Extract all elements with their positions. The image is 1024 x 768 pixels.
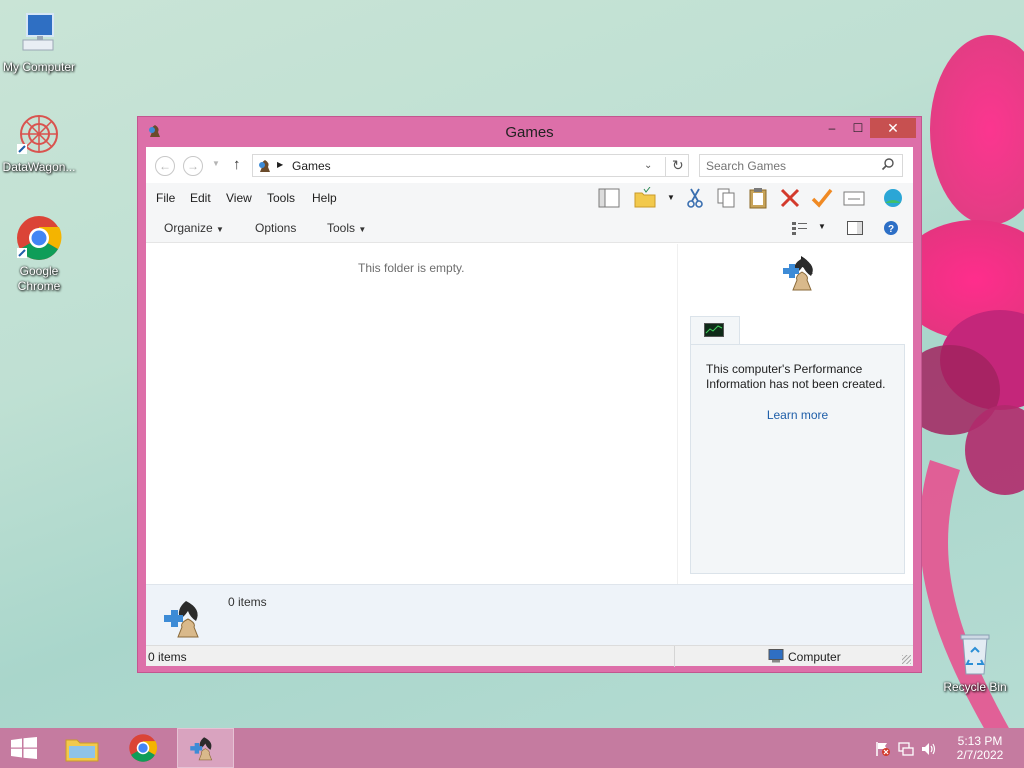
change-view-icon[interactable] [792,221,808,238]
empty-folder-message: This folder is empty. [358,261,465,275]
desktop-icon-label: My Computer [2,60,76,74]
games-icon [257,158,273,177]
status-location: Computer [788,650,841,664]
back-button[interactable]: ← [155,156,175,176]
svg-text:?: ? [888,224,894,235]
organize-button[interactable]: Organize ▼ [164,221,224,235]
folder-options-icon[interactable] [634,186,656,209]
status-item-count: 0 items [148,650,187,664]
status-bar: 0 items Computer [146,645,913,667]
system-clock[interactable]: 5:13 PM 2/7/2022 [940,734,1020,762]
paste-icon[interactable] [747,187,769,209]
folder-options-dropdown-icon[interactable]: ▼ [667,193,675,202]
performance-info-panel: This computer's Performance Information … [690,344,905,574]
chrome-icon [15,214,63,262]
taskbar-file-explorer[interactable] [56,728,110,768]
breadcrumb-games[interactable]: Games [292,159,331,173]
network-globe-icon[interactable] [882,187,904,209]
search-box[interactable] [699,154,903,177]
tools-label: Tools [327,221,356,235]
cut-icon[interactable] [684,187,706,209]
search-icon[interactable] [881,157,895,174]
windows-logo-icon [11,737,37,762]
breadcrumb-separator-icon: ▶ [277,160,284,169]
resize-grip-icon[interactable] [902,655,911,664]
window-title: Games [505,124,554,141]
chrome-icon [128,733,158,766]
chevron-down-icon: ▼ [216,225,224,234]
checkmark-icon[interactable] [811,187,833,209]
menu-file[interactable]: File [156,191,175,205]
menu-view[interactable]: View [226,191,252,205]
desktop-icon-label: DataWagon... [2,160,76,174]
refresh-icon[interactable]: ↻ [665,157,684,176]
games-task-pane: This computer's Performance Information … [677,244,913,584]
desktop-icon-label: Recycle Bin [943,680,1007,694]
recycle-bin-icon [951,630,999,678]
preview-pane-icon[interactable] [847,221,863,238]
clock-time: 5:13 PM [957,734,1003,748]
taskbar-chrome[interactable] [118,728,172,768]
change-view-dropdown-icon[interactable]: ▼ [818,222,826,231]
games-icon [189,733,223,766]
taskbar-games[interactable] [177,728,234,768]
menu-tools[interactable]: Tools [267,191,295,205]
menu-help[interactable]: Help [312,191,337,205]
datawagon-icon [15,110,63,158]
computer-icon [768,649,784,666]
options-button[interactable]: Options [255,221,296,235]
up-button[interactable]: ↑ [233,156,241,173]
title-bar[interactable]: Games ‒ ☐ ✕ [138,117,921,147]
delete-icon[interactable] [779,187,801,209]
games-icon [162,597,216,642]
window-client-area: ← → ▼ ↑ ▶ Games ⌄ ↻ File Ed [146,147,913,667]
close-button[interactable]: ✕ [870,118,916,138]
maximize-button[interactable]: ☐ [844,118,872,138]
desktop-icon-google-chrome[interactable]: Google Chrome [0,214,78,294]
minimize-button[interactable]: ‒ [818,118,846,138]
content-area[interactable]: This folder is empty. This computer's Pe… [146,244,913,584]
menu-edit[interactable]: Edit [190,191,211,205]
address-bar[interactable]: ▶ Games ⌄ ↻ [252,154,689,177]
games-explorer-window: Games ‒ ☐ ✕ ← → ▼ ↑ ▶ Games ⌄ ↻ Search G… [137,116,922,673]
desktop-icon-datawagon[interactable]: DataWagon... [0,110,78,175]
forward-button[interactable]: → [183,156,203,176]
chevron-down-icon: ▼ [358,225,367,234]
organize-label: Organize [164,221,213,235]
clock-date: 2/7/2022 [956,748,1004,762]
command-bar: Organize ▼ Options Tools ▼ ▼ ? [146,213,913,243]
layout-pane-icon[interactable] [598,187,620,209]
recent-locations-icon[interactable]: ▼ [212,159,220,168]
folder-icon [65,734,99,765]
tools-button[interactable]: Tools ▼ [327,221,366,235]
action-center-flag-icon[interactable] [875,741,891,760]
details-pane: 0 items [146,584,913,645]
details-item-count: 0 items [228,595,267,609]
computer-icon [15,10,63,58]
games-icon [781,252,823,295]
search-input[interactable] [706,158,876,174]
performance-monitor-icon [704,323,724,340]
start-button[interactable] [0,728,48,768]
taskbar: 5:13 PM 2/7/2022 [0,728,1024,768]
desktop-icon-recycle-bin[interactable]: Recycle Bin [936,630,1014,695]
copy-icon[interactable] [715,187,737,209]
learn-more-link[interactable]: Learn more [691,408,904,422]
performance-message: This computer's Performance Information … [706,362,886,391]
performance-tab[interactable] [690,316,740,346]
desktop-icon-my-computer[interactable]: My Computer [0,10,78,75]
help-icon[interactable]: ? [883,220,899,239]
menu-bar: File Edit View Tools Help ▼ [146,183,913,213]
address-row: ← → ▼ ↑ ▶ Games ⌄ ↻ [146,147,913,183]
address-dropdown-icon[interactable]: ⌄ [644,160,652,171]
desktop-icon-label: Google Chrome [17,264,61,293]
properties-icon[interactable] [843,187,865,209]
network-icon[interactable] [898,741,914,760]
status-separator [674,646,675,667]
volume-icon[interactable] [921,741,937,760]
